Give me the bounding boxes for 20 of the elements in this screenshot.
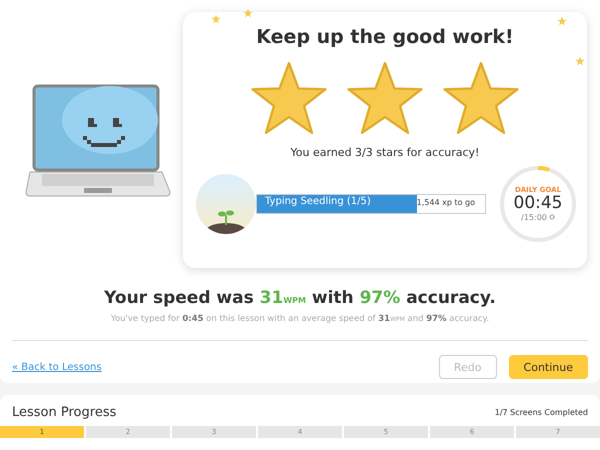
star-icon bbox=[575, 56, 585, 66]
star-icon bbox=[441, 60, 521, 136]
goal-time: 00:45 bbox=[514, 194, 562, 213]
xp-remaining: 1,544 xp to go bbox=[416, 198, 475, 207]
screens-status: 1/7 Screens Completed bbox=[494, 408, 588, 417]
panel-title: Lesson Progress bbox=[12, 405, 116, 420]
goal-target: /15:00 bbox=[521, 212, 547, 222]
level-label: Typing Seedling (1/5) bbox=[265, 196, 371, 207]
star-icon bbox=[243, 8, 253, 18]
speed-headline: Your speed was 31WPM with 97% accuracy. bbox=[103, 288, 497, 308]
back-link[interactable]: « Back to Lessons bbox=[12, 362, 102, 372]
star-icon bbox=[249, 60, 329, 136]
continue-button[interactable]: Continue bbox=[508, 355, 588, 379]
star-icon bbox=[345, 60, 425, 136]
settings-icon[interactable] bbox=[548, 214, 555, 220]
card-title: Keep up the good work! bbox=[256, 26, 514, 48]
star-icon bbox=[211, 14, 221, 24]
seedling-icon bbox=[195, 173, 257, 235]
star-icon bbox=[557, 16, 567, 26]
stars-caption: You earned 3/3 stars for accuracy! bbox=[290, 146, 480, 159]
